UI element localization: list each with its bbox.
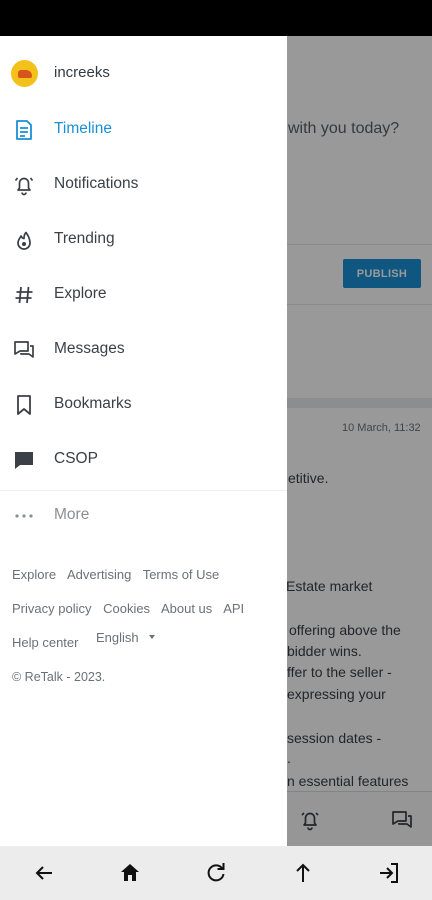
nav-item-label: Trending — [54, 230, 115, 247]
nav-item-more[interactable]: More — [0, 494, 287, 538]
chat-square-icon — [15, 452, 33, 469]
nav-item-label: Messages — [54, 340, 125, 357]
flame-icon — [17, 231, 31, 250]
username: increeks — [54, 64, 110, 81]
nav-item-notifications[interactable]: Notifications — [0, 163, 287, 207]
hashtag-icon — [15, 286, 33, 304]
system-nav-bar — [0, 846, 432, 900]
refresh-icon[interactable] — [204, 861, 228, 885]
profile-row[interactable]: increeks — [0, 56, 287, 92]
divider — [0, 490, 287, 491]
language-selector[interactable]: English — [96, 630, 139, 645]
footer-link-explore[interactable]: Explore — [12, 567, 56, 582]
footer-links-row: Explore Advertising Terms of Use — [12, 567, 227, 582]
copyright: © ReTalk - 2023. — [12, 670, 106, 684]
nav-item-label: More — [54, 506, 90, 523]
nav-item-label: Explore — [54, 285, 107, 302]
footer-link-api[interactable]: API — [223, 601, 244, 616]
bookmark-icon — [17, 395, 31, 415]
footer-link-terms[interactable]: Terms of Use — [143, 567, 220, 582]
document-icon — [16, 120, 32, 140]
nav-item-bookmarks[interactable]: Bookmarks — [0, 383, 287, 427]
ellipsis-icon — [15, 514, 33, 518]
bell-icon — [14, 177, 34, 196]
exit-icon[interactable] — [377, 861, 401, 885]
footer-link-privacy[interactable]: Privacy policy — [12, 601, 91, 616]
nav-item-label: CSOP — [54, 450, 98, 467]
nav-item-timeline[interactable]: Timeline — [0, 108, 287, 152]
footer-link-advertising[interactable]: Advertising — [67, 567, 131, 582]
up-arrow-icon[interactable] — [291, 861, 315, 885]
navigation-drawer: increeks Timeline Notifications Trending… — [0, 36, 287, 846]
footer-link-about[interactable]: About us — [161, 601, 212, 616]
nav-item-messages[interactable]: Messages — [0, 328, 287, 372]
nav-item-trending[interactable]: Trending — [0, 218, 287, 262]
nav-item-label: Notifications — [54, 175, 139, 192]
nav-item-csop[interactable]: CSOP — [0, 438, 287, 482]
footer-links-row: Privacy policy Cookies About us API — [12, 601, 252, 616]
nav-item-explore[interactable]: Explore — [0, 273, 287, 317]
chat-bubbles-icon — [14, 341, 34, 358]
status-bar — [0, 0, 432, 36]
footer-links-row: Help center — [12, 635, 86, 650]
footer-link-cookies[interactable]: Cookies — [103, 601, 150, 616]
avatar — [11, 60, 38, 87]
caret-down-icon — [149, 635, 155, 639]
back-arrow-icon[interactable] — [32, 861, 56, 885]
nav-item-label: Bookmarks — [54, 395, 132, 412]
nav-item-label: Timeline — [54, 120, 112, 137]
footer-link-help[interactable]: Help center — [12, 635, 78, 650]
home-icon[interactable] — [118, 861, 142, 885]
